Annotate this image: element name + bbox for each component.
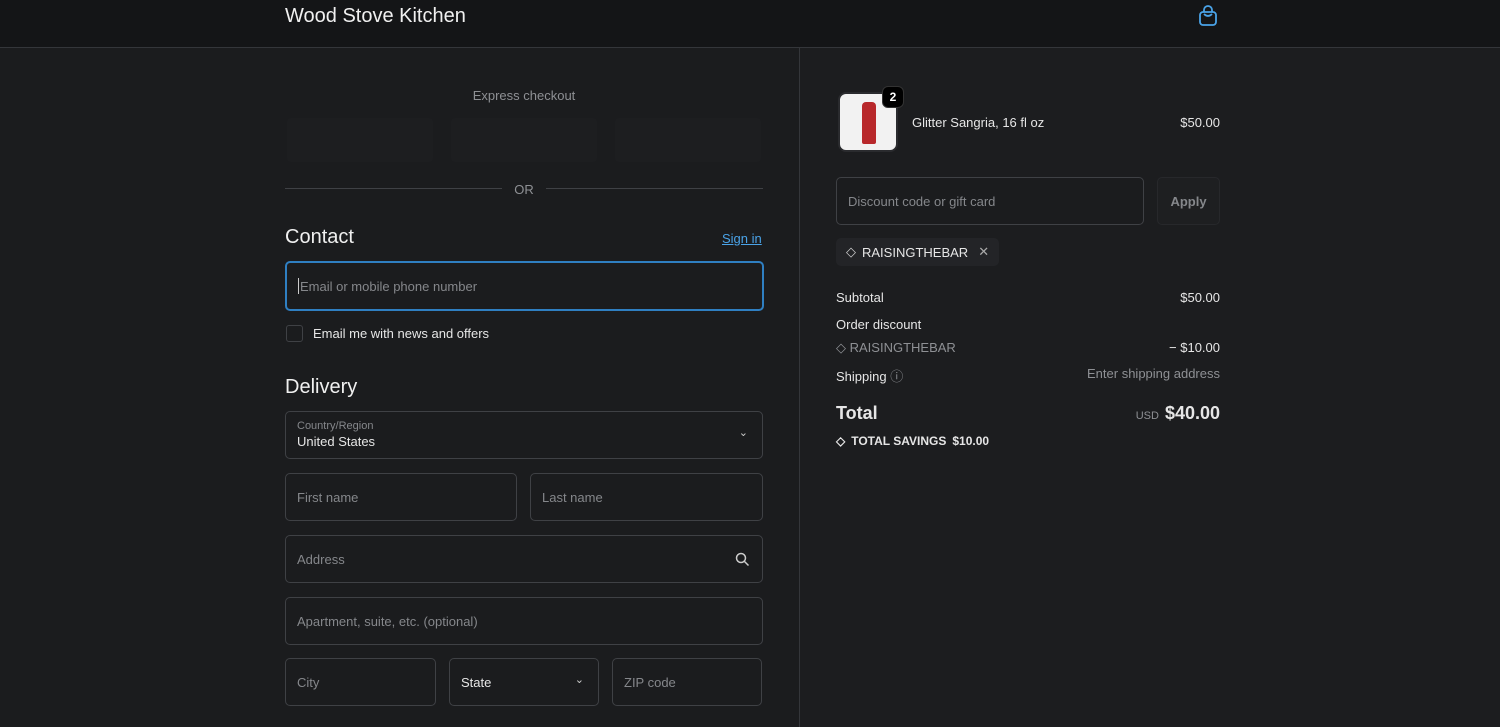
express-pay-button[interactable]: [615, 118, 761, 162]
last-name-input[interactable]: Last name: [530, 473, 763, 521]
delivery-title: Delivery: [285, 376, 358, 398]
chevron-down-icon: ⌄: [738, 427, 748, 439]
divider: [546, 188, 763, 189]
shipping-value: Enter shipping address: [1087, 366, 1220, 381]
discount-tag-code: RAISINGTHEBAR: [862, 244, 969, 260]
savings-tag-icon: ◇: [836, 434, 846, 448]
order-discount-label: Order discount: [836, 317, 922, 332]
country-value: United States: [297, 434, 376, 449]
product-price: $50.00: [1180, 115, 1220, 130]
brand-logo[interactable]: Wood Stove Kitchen: [285, 5, 466, 28]
address-placeholder: Address: [297, 551, 345, 567]
tag-icon: ◇: [846, 244, 856, 259]
discount-tag: ◇ RAISINGTHEBAR ✕: [836, 238, 1000, 266]
order-summary: [800, 48, 1500, 727]
search-icon: [735, 552, 750, 567]
shopping-bag-icon[interactable]: [1198, 5, 1218, 27]
currency: USD: [1135, 410, 1159, 422]
close-icon[interactable]: ✕: [978, 244, 989, 260]
discount-amount: − $10.00: [1169, 340, 1220, 355]
total-value: $40.00: [1164, 403, 1220, 423]
divider: [285, 188, 502, 189]
chevron-down-icon: ⌄: [574, 674, 584, 686]
header: Wood Stove Kitchen: [0, 0, 1500, 48]
help-icon[interactable]: ⓘ: [890, 369, 903, 384]
country-select[interactable]: Country/Region United States ⌄: [285, 411, 763, 459]
or-label: OR: [514, 182, 534, 197]
apply-button[interactable]: Apply: [1157, 177, 1220, 225]
product-name: Glitter Sangria, 16 fl oz: [912, 115, 1045, 130]
subtotal-value: $50.00: [1180, 290, 1220, 305]
apartment-input[interactable]: Apartment, suite, etc. (optional): [285, 597, 763, 645]
express-checkout-label: Express checkout: [472, 88, 576, 103]
contact-title: Contact: [285, 226, 354, 248]
discount-code: RAISINGTHEBAR: [849, 340, 956, 355]
savings-label: TOTAL SAVINGS: [851, 434, 947, 448]
zip-input[interactable]: ZIP code: [612, 658, 762, 706]
newsletter-label: Email me with news and offers: [313, 326, 490, 341]
country-label: Country/Region: [297, 420, 374, 432]
state-select[interactable]: State ⌄: [449, 658, 599, 706]
address-input[interactable]: Address: [285, 535, 763, 583]
state-value: State: [461, 674, 492, 690]
tag-icon: ◇: [836, 340, 850, 355]
savings-value: $10.00: [952, 434, 990, 448]
email-placeholder: Email or mobile phone number: [300, 278, 478, 294]
first-name-input[interactable]: First name: [285, 473, 517, 521]
discount-input[interactable]: Discount code or gift card: [836, 177, 1144, 225]
newsletter-checkbox[interactable]: [286, 325, 303, 342]
express-pay-button[interactable]: [287, 118, 433, 162]
email-input[interactable]: Email or mobile phone number: [285, 261, 764, 311]
express-pay-button[interactable]: [451, 118, 597, 162]
quantity-badge: 2: [882, 86, 904, 108]
total-label: Total: [836, 403, 878, 423]
sign-in-link[interactable]: Sign in: [722, 231, 762, 246]
shipping-label: Shipping: [836, 369, 887, 384]
city-input[interactable]: City: [285, 658, 436, 706]
subtotal-label: Subtotal: [836, 290, 884, 305]
